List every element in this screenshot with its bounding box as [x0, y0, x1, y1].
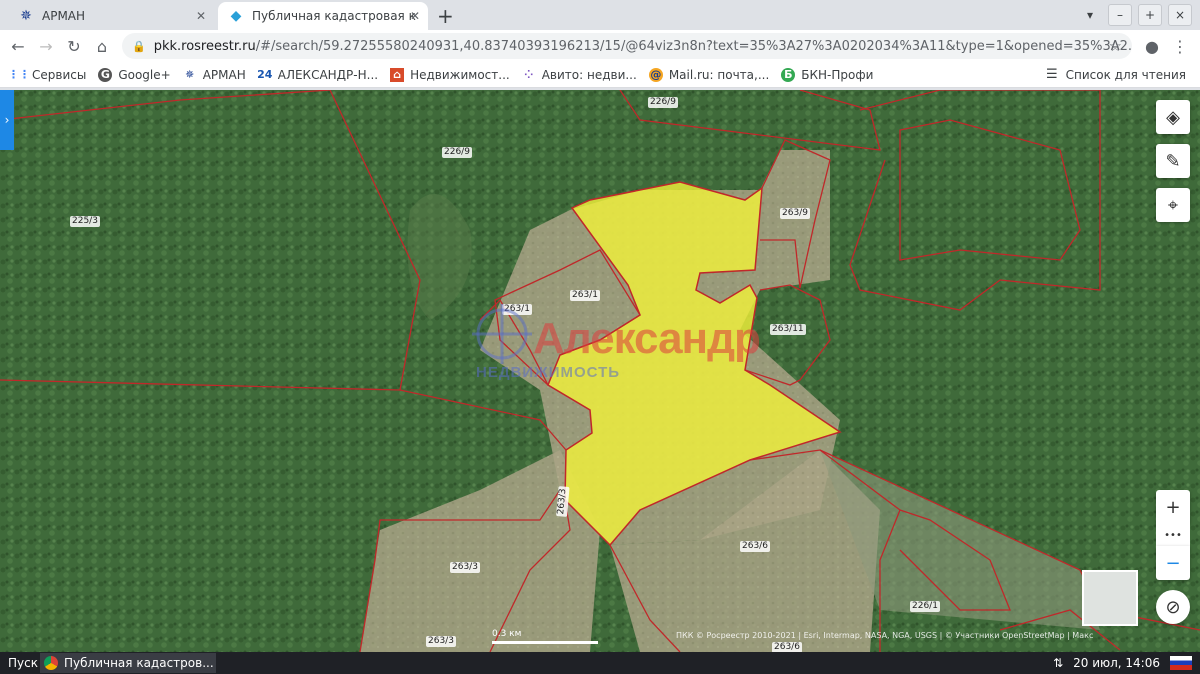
bookmark-bkn[interactable]: Б БКН-Профи — [781, 67, 873, 82]
compass-icon[interactable]: ⊘ — [1156, 590, 1190, 624]
scale-bar — [492, 641, 598, 644]
side-panel-toggle[interactable]: › — [0, 90, 14, 150]
network-icon[interactable]: ⇅ — [1053, 656, 1063, 670]
parcel-label: 263/11 — [770, 324, 806, 335]
number-24-icon: 24 — [257, 68, 273, 81]
parcel-label: 263/3 — [426, 636, 456, 647]
menu-kebab-icon[interactable]: ⋮ — [1166, 32, 1194, 60]
browser-toolbar: ← → ↻ ⌂ 🔒 pkk.rosreestr.ru/#/search/59.2… — [0, 30, 1200, 62]
avito-icon: ⁘ — [524, 68, 534, 81]
parcel-label: 226/9 — [648, 97, 678, 108]
reading-list-button[interactable]: ☰ Список для чтения — [1046, 67, 1186, 82]
tab-rosreestr[interactable]: ◆ Публичная кадастровая к ✕ — [218, 2, 428, 30]
helm-icon: ✵ — [20, 8, 32, 24]
url-path: /#/search/59.27255580240931,40.837403931… — [255, 38, 1132, 54]
bookmark-mailru[interactable]: @ Mail.ru: почта,... — [648, 67, 769, 82]
tab-label: АРМАН — [42, 9, 86, 23]
watermark-logo-icon — [472, 304, 532, 364]
realty-icon: ⌂ — [390, 67, 405, 82]
home-icon[interactable]: ⌂ — [88, 32, 116, 60]
ruler-icon[interactable]: ✎ — [1156, 144, 1190, 178]
os-taskbar: Пуск Публичная кадастров... ⇅ 20 июл, 14… — [0, 652, 1200, 674]
layers-icon[interactable]: ◈ — [1156, 100, 1190, 134]
parcel-label: 226/9 — [442, 147, 472, 158]
parcel-label: 263/3 — [450, 562, 480, 573]
zoom-in-button[interactable]: + — [1156, 490, 1190, 524]
url-domain: pkk.rosreestr.ru — [153, 38, 256, 54]
locate-icon[interactable]: ⌖ — [1156, 188, 1190, 222]
parcel-label: 263/6 — [772, 642, 802, 652]
bookmark-realty[interactable]: ⌂ Недвижимост... — [390, 67, 510, 82]
taskbar-window-chrome[interactable]: Публичная кадастров... — [40, 653, 216, 673]
close-icon[interactable]: ✕ — [410, 9, 420, 23]
lock-icon: 🔒 — [132, 39, 146, 53]
google-plus-icon: G — [98, 67, 113, 82]
more-options-button[interactable]: ••• — [1156, 524, 1190, 546]
apps-grid-icon: ⋮⋮ — [8, 68, 30, 81]
maximize-button[interactable]: + — [1138, 4, 1162, 26]
tab-label: Публичная кадастровая к — [252, 9, 416, 23]
map-attribution: ПКК © Росреестр 2010-2021 | Esri, Interm… — [676, 631, 1094, 640]
bookmark-services[interactable]: ⋮⋮ Сервисы — [8, 68, 86, 82]
scale-label: 0.3 км — [492, 629, 522, 639]
profile-icon[interactable]: ● — [1138, 32, 1166, 60]
chrome-icon — [44, 656, 58, 670]
reload-icon[interactable]: ↻ — [60, 32, 88, 60]
parcel-label: 263/6 — [740, 541, 770, 552]
tab-search-icon[interactable]: ▾ — [1078, 8, 1102, 22]
parcel-label: 225/3 — [70, 216, 100, 227]
minimize-button[interactable]: – — [1108, 4, 1132, 26]
bookmark-avito[interactable]: ⁘ Авито: недви... — [522, 68, 637, 82]
back-arrow-icon[interactable]: ← — [4, 32, 32, 60]
mail-at-icon: @ — [648, 67, 663, 82]
address-bar[interactable]: 🔒 pkk.rosreestr.ru/#/search/59.272555802… — [122, 33, 1132, 59]
close-icon[interactable]: ✕ — [196, 9, 206, 23]
tab-strip: ✵ АРМАН ✕ ◆ Публичная кадастровая к ✕ + … — [0, 0, 1200, 30]
parcel-label: 226/1 — [910, 601, 940, 612]
bookmark-google-plus[interactable]: G Google+ — [98, 67, 171, 82]
close-window-button[interactable]: × — [1168, 4, 1192, 26]
helm-icon: ✵ — [185, 68, 195, 81]
bookmark-star-icon[interactable]: ☆ — [1109, 37, 1122, 55]
cadastral-map[interactable]: › 226/9 226/9 225/3 263/9 263/1 263/1 26… — [0, 90, 1200, 652]
reading-list-icon: ☰ — [1045, 67, 1058, 82]
watermark-subtitle: НЕДВИЖИМОСТЬ — [476, 364, 621, 381]
parcel-label: 263/9 — [780, 208, 810, 219]
bookmark-arman[interactable]: ✵ АРМАН — [183, 68, 246, 82]
bkn-icon: Б — [781, 67, 796, 82]
rosreestr-icon: ◆ — [230, 8, 242, 24]
watermark-title: Александр — [533, 314, 761, 363]
forward-arrow-icon[interactable]: → — [32, 32, 60, 60]
zoom-out-button[interactable]: − — [1156, 546, 1190, 580]
bookmarks-bar: ⋮⋮ Сервисы G Google+ ✵ АРМАН 24 АЛЕКСАНДР-Н.… — [0, 62, 1200, 88]
new-tab-button[interactable]: + — [437, 4, 454, 28]
parcel-label: 263/1 — [570, 290, 600, 301]
clock: 20 июл, 14:06 — [1073, 656, 1160, 670]
keyboard-layout-flag-icon[interactable] — [1170, 656, 1192, 670]
basemap-switcher[interactable] — [1082, 570, 1138, 626]
tab-arman[interactable]: ✵ АРМАН ✕ — [8, 2, 214, 30]
bookmark-alexandr[interactable]: 24 АЛЕКСАНДР-Н... — [257, 68, 378, 82]
